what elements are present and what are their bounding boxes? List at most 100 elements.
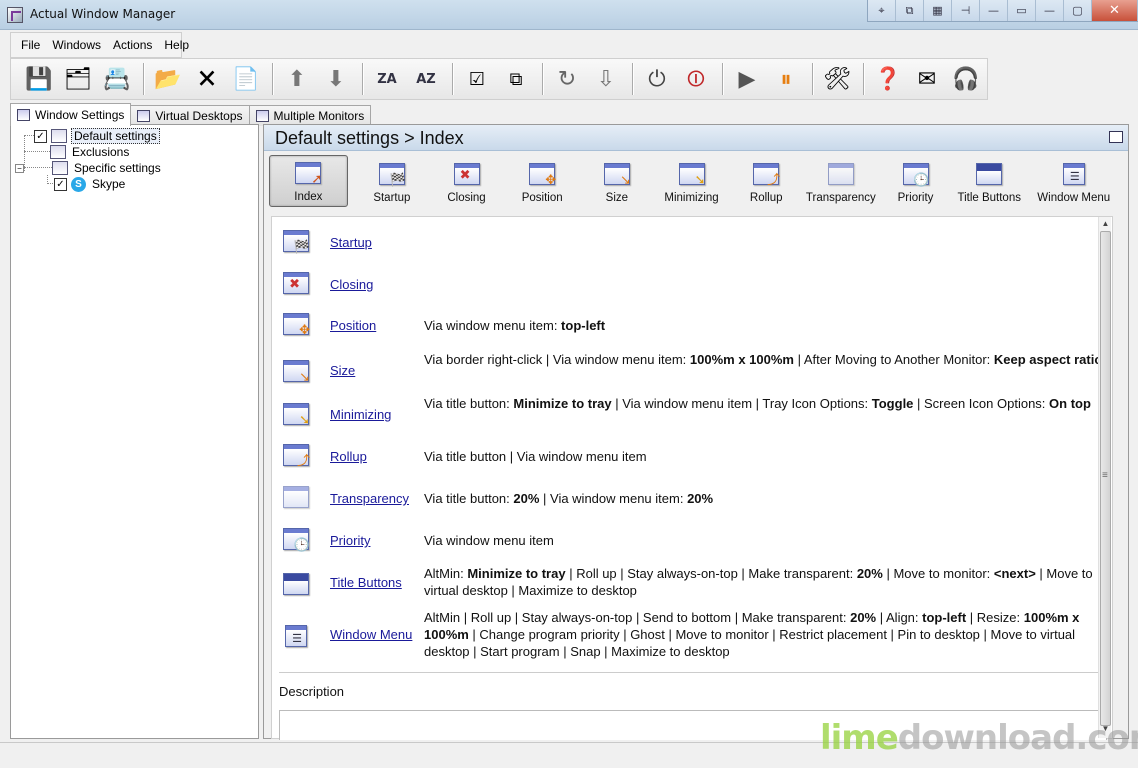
cascade-icon[interactable]: ⧉ [498, 61, 534, 97]
transparency-icon [280, 483, 312, 511]
tree-item-exclusions[interactable]: Exclusions [50, 144, 131, 160]
close-button[interactable]: ✕ [1092, 0, 1138, 21]
category-minimizing[interactable]: ➘ Minimizing [646, 155, 736, 207]
scroll-thumb[interactable] [1100, 231, 1111, 726]
pause-icon[interactable]: ⏸ [768, 61, 804, 97]
tab-multiple-monitors[interactable]: Multiple Monitors [248, 105, 372, 126]
collapse-icon[interactable]: − [15, 163, 24, 173]
rollup-icon: ⤴ [751, 160, 781, 188]
rollup-icon[interactable]: — [980, 0, 1008, 21]
menu-help[interactable]: Help [158, 38, 195, 52]
title-buttons-icon [974, 160, 1004, 188]
menu-windows[interactable]: Windows [46, 38, 107, 52]
category-window-menu[interactable]: ☰ Window Menu [1033, 155, 1114, 207]
window-menu-link[interactable]: Window Menu [330, 627, 412, 642]
startup-link[interactable]: Startup [330, 235, 372, 250]
minimizing-icon: ➘ [677, 160, 707, 188]
transparency-link[interactable]: Transparency [330, 491, 409, 506]
move-up-icon[interactable]: ⬆ [279, 61, 315, 97]
menu-file[interactable]: File [15, 38, 46, 52]
pin-icon[interactable]: ⌖ [868, 0, 896, 21]
list-item: ⤴ Rollup Via title button | Via window m… [272, 441, 1114, 471]
main-tabs: Window Settings Virtual Desktops Multipl… [10, 103, 372, 126]
check-all-icon[interactable]: ☑ [459, 61, 495, 97]
support-icon[interactable]: 🎧 [948, 61, 984, 97]
position-icon: ✥ [280, 310, 312, 338]
size-link[interactable]: Size [330, 363, 355, 378]
save-icon[interactable]: 💾 [21, 61, 57, 97]
toolbar-separator [632, 63, 634, 95]
toolbar-separator [362, 63, 364, 95]
move-monitor-icon[interactable]: ▭ [1008, 0, 1036, 21]
category-label: Transparency [805, 192, 876, 204]
settings-pane: Default settings > Index ➚ Index 🏁 Start… [263, 124, 1129, 740]
category-index[interactable]: ➚ Index [269, 155, 348, 207]
vertical-scrollbar[interactable]: ▲ ▼ [1098, 217, 1111, 738]
closing-icon: ✖ [280, 269, 312, 297]
category-transparency[interactable]: Transparency [796, 155, 886, 207]
closing-link[interactable]: Closing [330, 277, 373, 292]
desktop-icon [137, 110, 151, 122]
priority-link[interactable]: Priority [330, 533, 370, 548]
category-size[interactable]: ↘ Size [587, 155, 646, 207]
restore-panel-icon[interactable] [1109, 131, 1123, 143]
category-position[interactable]: ✥ Position [497, 155, 587, 207]
delete-setting-icon[interactable]: 🗙 [189, 61, 225, 97]
skype-icon: S [71, 176, 86, 192]
tools-icon[interactable]: 🛠 [819, 61, 855, 97]
checkbox[interactable]: ✓ [34, 129, 47, 143]
category-closing[interactable]: ✖ Closing [436, 155, 497, 207]
list-item: 🕒 Priority Via window menu item [272, 525, 1114, 555]
undo-icon[interactable]: ↻ [549, 61, 585, 97]
startup-icon: 🏁 [377, 160, 407, 188]
transparency-icon[interactable]: ▦ [924, 0, 952, 21]
window-menu-icon: ☰ [1059, 160, 1089, 188]
restore-window-icon[interactable]: ⧉ [896, 0, 924, 21]
startup-icon: 🏁 [280, 227, 312, 255]
scroll-up-icon[interactable]: ▲ [1100, 219, 1111, 231]
tree-item-specific[interactable]: − Specific settings [15, 160, 163, 176]
maximize-button[interactable]: ▢ [1064, 0, 1092, 21]
menu-actions[interactable]: Actions [107, 38, 158, 52]
tree-item-label: Skype [92, 177, 126, 191]
category-label: Index [294, 191, 323, 203]
checkbox[interactable]: ✓ [54, 177, 67, 191]
tab-label: Window Settings [35, 108, 125, 122]
category-title-buttons[interactable]: Title Buttons [945, 155, 1033, 207]
minimizing-icon: ➘ [280, 400, 312, 428]
minimize-button[interactable]: — [1036, 0, 1064, 21]
stop-icon[interactable]: ⏼ [678, 61, 714, 97]
copy-setting-icon[interactable]: 📄 [228, 61, 264, 97]
list-item: ✥ Position Via window menu item: top-lef… [272, 310, 1114, 340]
email-icon[interactable]: ✉ [909, 61, 945, 97]
settings-config-icon[interactable]: 🗂 [60, 61, 96, 97]
index-content: 🏁 Startup ✖ Closing ✥ Position Via windo… [271, 216, 1114, 740]
help-icon[interactable]: ❓ [870, 61, 906, 97]
tree-item-skype[interactable]: ✓ S Skype [54, 176, 127, 192]
list-item: ✖ Closing [272, 269, 1114, 299]
category-rollup[interactable]: ⤴ Rollup [737, 155, 796, 207]
tab-window-settings[interactable]: Window Settings [10, 103, 132, 126]
minimizing-link[interactable]: Minimizing [330, 407, 391, 422]
play-icon[interactable]: ▶ [729, 61, 765, 97]
category-priority[interactable]: 🕒 Priority [886, 155, 945, 207]
new-setting-icon[interactable]: 📂 [150, 61, 186, 97]
window-menu-summary: AltMin | Roll up | Stay always-on-top | … [424, 610, 1080, 659]
rollup-icon: ⤴ [280, 441, 312, 469]
position-icon: ✥ [527, 160, 557, 188]
rollup-link[interactable]: Rollup [330, 449, 367, 464]
title-buttons-link[interactable]: Title Buttons [330, 575, 402, 590]
tree-item-default[interactable]: ✓ Default settings [34, 128, 160, 144]
position-link[interactable]: Position [330, 318, 376, 333]
settings-export-icon[interactable]: 📇 [99, 61, 135, 97]
category-startup[interactable]: 🏁 Startup [348, 155, 436, 207]
move-down-icon[interactable]: ⬇ [318, 61, 354, 97]
sort-az-icon[interactable]: ZA [369, 61, 405, 97]
sort-za-icon[interactable]: AZ [408, 61, 444, 97]
aot-icon[interactable]: ⊣ [952, 0, 980, 21]
power-icon[interactable]: ⏻ [639, 61, 675, 97]
toolbar-separator [542, 63, 544, 95]
tab-virtual-desktops[interactable]: Virtual Desktops [130, 105, 250, 126]
reload-icon[interactable]: ⇩ [588, 61, 624, 97]
app-window: Actual Window Manager ⌖ ⧉ ▦ ⊣ — ▭ — ▢ ✕ … [0, 0, 1138, 768]
